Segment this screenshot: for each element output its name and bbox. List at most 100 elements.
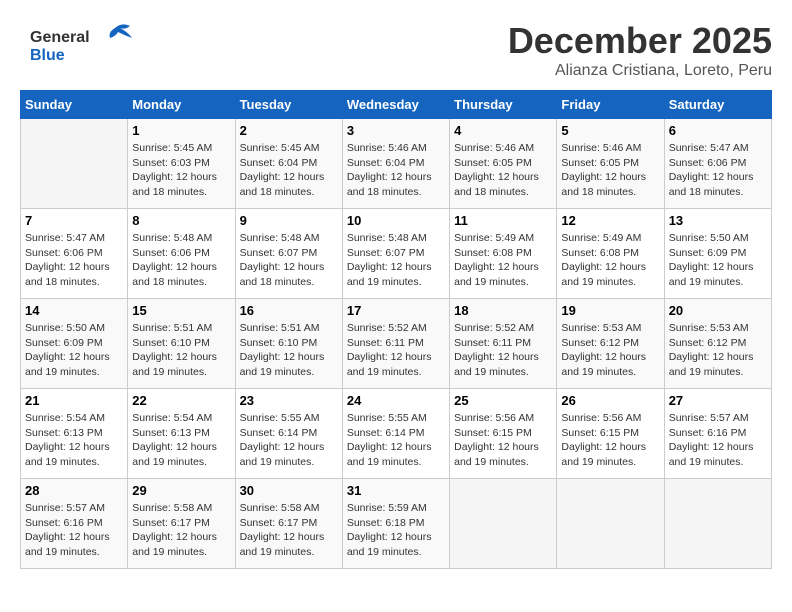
calendar-cell: 17Sunrise: 5:52 AMSunset: 6:11 PMDayligh… [342, 299, 449, 389]
calendar-week-row: 1 Sunrise: 5:45 AMSunset: 6:03 PMDaylight… [21, 119, 772, 209]
calendar-cell: 22 Sunrise: 5:54 AMSunset: 6:13 PMDayligh… [128, 389, 235, 479]
calendar-cell: 26 Sunrise: 5:56 AMSunset: 6:15 PMDayligh… [557, 389, 664, 479]
calendar-cell: 6 Sunrise: 5:47 AMSunset: 6:06 PMDaylight… [664, 119, 771, 209]
day-number: 25 [454, 393, 552, 408]
day-sun-info: Sunrise: 5:54 AMSunset: 6:13 PMDaylight:… [132, 411, 230, 470]
calendar-cell [557, 479, 664, 569]
calendar-cell [450, 479, 557, 569]
day-of-week-header: Monday [128, 91, 235, 119]
day-sun-info: Sunrise: 5:47 AMSunset: 6:06 PMDaylight:… [25, 231, 123, 290]
day-sun-info: Sunrise: 5:47 AMSunset: 6:06 PMDaylight:… [669, 141, 767, 200]
day-sun-info: Sunrise: 5:57 AMSunset: 6:16 PMDaylight:… [669, 411, 767, 470]
day-sun-info: Sunrise: 5:59 AMSunset: 6:18 PMDaylight:… [347, 501, 445, 560]
day-sun-info: Sunrise: 5:55 AMSunset: 6:14 PMDaylight:… [240, 411, 338, 470]
calendar-cell: 4 Sunrise: 5:46 AMSunset: 6:05 PMDaylight… [450, 119, 557, 209]
day-number: 24 [347, 393, 445, 408]
day-sun-info: Sunrise: 5:45 AMSunset: 6:03 PMDaylight:… [132, 141, 230, 200]
day-number: 2 [240, 123, 338, 138]
day-sun-info: Sunrise: 5:57 AMSunset: 6:16 PMDaylight:… [25, 501, 123, 560]
day-sun-info: Sunrise: 5:52 AMSunset: 6:11 PMDaylight:… [454, 321, 552, 380]
day-sun-info: Sunrise: 5:46 AMSunset: 6:05 PMDaylight:… [454, 141, 552, 200]
day-number: 3 [347, 123, 445, 138]
calendar-cell: 15Sunrise: 5:51 AMSunset: 6:10 PMDayligh… [128, 299, 235, 389]
calendar-cell: 8 Sunrise: 5:48 AMSunset: 6:06 PMDaylight… [128, 209, 235, 299]
day-sun-info: Sunrise: 5:53 AMSunset: 6:12 PMDaylight:… [561, 321, 659, 380]
day-sun-info: Sunrise: 5:58 AMSunset: 6:17 PMDaylight:… [132, 501, 230, 560]
day-number: 6 [669, 123, 767, 138]
day-number: 8 [132, 213, 230, 228]
calendar-week-row: 28Sunrise: 5:57 AMSunset: 6:16 PMDayligh… [21, 479, 772, 569]
title-area: December 2025 Alianza Cristiana, Loreto,… [508, 20, 772, 80]
day-number: 18 [454, 303, 552, 318]
day-number: 14 [25, 303, 123, 318]
day-of-week-header: Thursday [450, 91, 557, 119]
calendar-cell: 16 Sunrise: 5:51 AMSunset: 6:10 PMDayligh… [235, 299, 342, 389]
day-number: 21 [25, 393, 123, 408]
calendar-table: SundayMondayTuesdayWednesdayThursdayFrid… [20, 90, 772, 569]
calendar-cell: 13Sunrise: 5:50 AMSunset: 6:09 PMDayligh… [664, 209, 771, 299]
day-number: 30 [240, 483, 338, 498]
header: General Blue December 2025 Alianza Crist… [20, 20, 772, 80]
day-number: 1 [132, 123, 230, 138]
calendar-cell: 1 Sunrise: 5:45 AMSunset: 6:03 PMDaylight… [128, 119, 235, 209]
day-sun-info: Sunrise: 5:56 AMSunset: 6:15 PMDaylight:… [454, 411, 552, 470]
calendar-week-row: 14 Sunrise: 5:50 AMSunset: 6:09 PMDayligh… [21, 299, 772, 389]
calendar-cell: 25 Sunrise: 5:56 AMSunset: 6:15 PMDayligh… [450, 389, 557, 479]
calendar-cell: 19 Sunrise: 5:53 AMSunset: 6:12 PMDayligh… [557, 299, 664, 389]
day-number: 19 [561, 303, 659, 318]
day-sun-info: Sunrise: 5:58 AMSunset: 6:17 PMDaylight:… [240, 501, 338, 560]
calendar-cell [21, 119, 128, 209]
logo: General Blue [20, 20, 140, 75]
day-number: 11 [454, 213, 552, 228]
day-sun-info: Sunrise: 5:52 AMSunset: 6:11 PMDaylight:… [347, 321, 445, 380]
day-number: 22 [132, 393, 230, 408]
day-sun-info: Sunrise: 5:48 AMSunset: 6:07 PMDaylight:… [240, 231, 338, 290]
svg-text:Blue: Blue [30, 47, 65, 64]
day-number: 23 [240, 393, 338, 408]
day-sun-info: Sunrise: 5:50 AMSunset: 6:09 PMDaylight:… [25, 321, 123, 380]
day-sun-info: Sunrise: 5:48 AMSunset: 6:06 PMDaylight:… [132, 231, 230, 290]
calendar-week-row: 7 Sunrise: 5:47 AMSunset: 6:06 PMDaylight… [21, 209, 772, 299]
day-number: 29 [132, 483, 230, 498]
calendar-cell: 31 Sunrise: 5:59 AMSunset: 6:18 PMDayligh… [342, 479, 449, 569]
calendar-header-row: SundayMondayTuesdayWednesdayThursdayFrid… [21, 91, 772, 119]
day-number: 7 [25, 213, 123, 228]
day-sun-info: Sunrise: 5:46 AMSunset: 6:05 PMDaylight:… [561, 141, 659, 200]
location-subtitle: Alianza Cristiana, Loreto, Peru [508, 62, 772, 80]
calendar-cell [664, 479, 771, 569]
calendar-cell: 11 Sunrise: 5:49 AMSunset: 6:08 PMDayligh… [450, 209, 557, 299]
calendar-cell: 24 Sunrise: 5:55 AMSunset: 6:14 PMDayligh… [342, 389, 449, 479]
calendar-cell: 29 Sunrise: 5:58 AMSunset: 6:17 PMDayligh… [128, 479, 235, 569]
calendar-cell: 3 Sunrise: 5:46 AMSunset: 6:04 PMDaylight… [342, 119, 449, 209]
svg-text:General: General [30, 29, 90, 46]
day-sun-info: Sunrise: 5:56 AMSunset: 6:15 PMDaylight:… [561, 411, 659, 470]
day-number: 9 [240, 213, 338, 228]
calendar-cell: 30 Sunrise: 5:58 AMSunset: 6:17 PMDayligh… [235, 479, 342, 569]
calendar-cell: 21Sunrise: 5:54 AMSunset: 6:13 PMDayligh… [21, 389, 128, 479]
day-sun-info: Sunrise: 5:51 AMSunset: 6:10 PMDaylight:… [132, 321, 230, 380]
day-sun-info: Sunrise: 5:51 AMSunset: 6:10 PMDaylight:… [240, 321, 338, 380]
calendar-cell: 18 Sunrise: 5:52 AMSunset: 6:11 PMDayligh… [450, 299, 557, 389]
logo-svg: General Blue [20, 20, 140, 70]
month-title: December 2025 [508, 20, 772, 62]
calendar-cell: 7 Sunrise: 5:47 AMSunset: 6:06 PMDaylight… [21, 209, 128, 299]
day-number: 5 [561, 123, 659, 138]
day-of-week-header: Wednesday [342, 91, 449, 119]
day-number: 31 [347, 483, 445, 498]
calendar-cell: 12 Sunrise: 5:49 AMSunset: 6:08 PMDayligh… [557, 209, 664, 299]
day-sun-info: Sunrise: 5:49 AMSunset: 6:08 PMDaylight:… [454, 231, 552, 290]
day-sun-info: Sunrise: 5:49 AMSunset: 6:08 PMDaylight:… [561, 231, 659, 290]
day-number: 12 [561, 213, 659, 228]
calendar-cell: 9 Sunrise: 5:48 AMSunset: 6:07 PMDaylight… [235, 209, 342, 299]
day-number: 16 [240, 303, 338, 318]
day-number: 27 [669, 393, 767, 408]
day-sun-info: Sunrise: 5:46 AMSunset: 6:04 PMDaylight:… [347, 141, 445, 200]
day-number: 26 [561, 393, 659, 408]
day-of-week-header: Friday [557, 91, 664, 119]
day-number: 13 [669, 213, 767, 228]
day-sun-info: Sunrise: 5:48 AMSunset: 6:07 PMDaylight:… [347, 231, 445, 290]
logo-text: General Blue [20, 20, 140, 75]
day-sun-info: Sunrise: 5:55 AMSunset: 6:14 PMDaylight:… [347, 411, 445, 470]
day-number: 4 [454, 123, 552, 138]
day-number: 20 [669, 303, 767, 318]
